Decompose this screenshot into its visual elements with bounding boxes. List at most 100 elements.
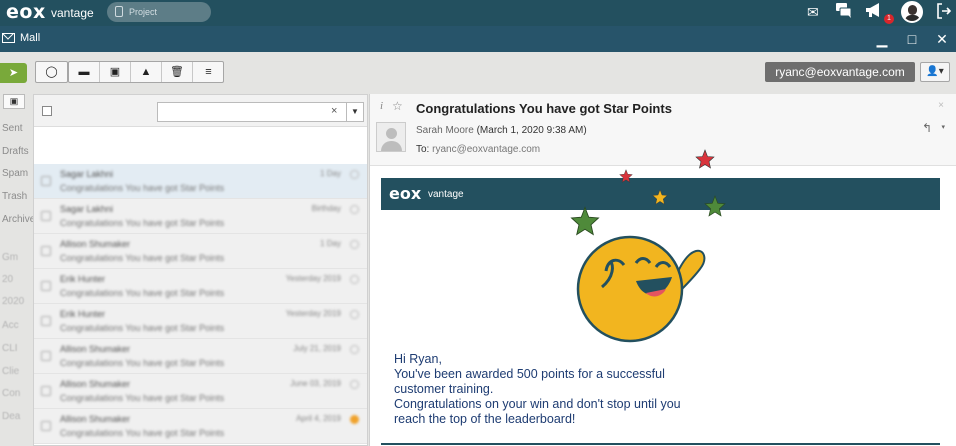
user-email-label: ryanc@eoxvantage.com [765, 62, 915, 82]
archive-icon[interactable]: ▣ [100, 62, 131, 82]
message-line: Congratulations on your win and don't st… [394, 397, 681, 411]
message-row[interactable]: Sagar Lakhni Congratulations You have go… [34, 164, 367, 199]
message-line: reach the top of the leaderboard! [394, 412, 576, 426]
message-row[interactable]: Allison Shumaker Congratulations You hav… [34, 339, 367, 374]
row-sender: Sagar Lakhni [60, 169, 114, 179]
app-top-bar: eox vantage Project Management ✉ 1 [0, 0, 956, 37]
row-flag-icon[interactable] [350, 240, 359, 249]
folder-item[interactable]: Con [2, 388, 20, 399]
mail-toolbar: ➤ ◯ ▬ ▣ ▲ 🗑 ≡ ryanc@eoxvantage.com 👤▾ [0, 52, 956, 92]
to-label: To: [416, 144, 430, 155]
folder-item[interactable]: Clie [2, 366, 19, 377]
row-checkbox[interactable] [41, 386, 51, 396]
folder-icon[interactable]: ▬ [69, 62, 100, 82]
clear-search-icon[interactable]: × [331, 105, 337, 117]
folder-item[interactable]: 20 [2, 274, 13, 285]
mascot-illustration [576, 235, 706, 343]
message-row[interactable]: Allison Shumaker Congratulations You hav… [34, 409, 367, 444]
sender-line: Sarah Moore (March 1, 2020 9:38 AM) [416, 125, 587, 136]
spam-icon[interactable]: ▲ [131, 62, 162, 82]
app-logo[interactable]: eox [6, 1, 46, 23]
message-row[interactable]: Allison Shumaker Congratulations You hav… [34, 374, 367, 409]
compose-button[interactable]: ➤ [0, 63, 27, 83]
folder-spam[interactable]: Spam [2, 168, 28, 179]
folder-item[interactable]: Acc [2, 320, 19, 331]
row-checkbox[interactable] [41, 246, 51, 256]
menu-icon[interactable]: ≡ [193, 62, 224, 82]
red-star-icon [619, 169, 633, 183]
message-line: Hi Ryan, [394, 352, 442, 366]
row-flag-icon[interactable] [350, 345, 359, 354]
pin-icon[interactable]: ▣ [3, 94, 25, 109]
select-all-checkbox[interactable] [42, 106, 52, 116]
sender-name[interactable]: Sarah Moore [416, 125, 474, 136]
message-row[interactable]: Erik Hunter Congratulations You have got… [34, 269, 367, 304]
row-flag-icon[interactable] [350, 380, 359, 389]
row-sender: Erik Hunter [60, 274, 106, 284]
row-subject: Congratulations You have got Star Points [60, 183, 225, 193]
megaphone-icon[interactable] [865, 3, 883, 23]
folder-sidebar: ▣ Sent Drafts Spam Trash Archive Gm 20 2… [0, 92, 33, 446]
logout-icon[interactable] [936, 3, 952, 23]
row-flag-icon[interactable] [350, 415, 359, 424]
row-date: June 03, 2019 [290, 379, 341, 388]
folder-item[interactable]: Dea [2, 411, 20, 422]
message-list-pane: × ▼ Sagar Lakhni Congratulations You hav… [33, 94, 368, 446]
row-flag-icon[interactable] [350, 205, 359, 214]
row-checkbox[interactable] [41, 316, 51, 326]
search-options-dropdown[interactable]: ▼ [346, 102, 363, 122]
list-spacer [34, 128, 367, 164]
row-date: 1 Day [320, 169, 341, 178]
yellow-star-icon [652, 189, 668, 205]
close-window-button[interactable]: ✕ [934, 30, 950, 48]
row-flag-icon[interactable] [350, 275, 359, 284]
app-logo-subtitle: vantage [51, 6, 94, 20]
folder-sent[interactable]: Sent [2, 123, 23, 134]
folder-item[interactable]: Gm [2, 252, 18, 263]
reply-options-dropdown[interactable]: ▾ [941, 123, 945, 131]
search-input[interactable] [158, 103, 328, 121]
folder-archive[interactable]: Archive [2, 214, 33, 225]
sender-avatar [376, 122, 406, 152]
reply-icon[interactable]: ↰ [922, 121, 932, 135]
message-row[interactable]: Sagar Lakhni Congratulations You have go… [34, 199, 367, 234]
envelope-icon[interactable]: ✉ [807, 3, 819, 21]
close-message-icon[interactable]: × [938, 100, 944, 111]
row-checkbox[interactable] [41, 281, 51, 291]
row-sender: Erik Hunter [60, 309, 106, 319]
row-date: July 21, 2019 [293, 344, 341, 353]
notification-badge: 1 [884, 14, 894, 24]
recipient-line: To: ryanc@eoxvantage.com [416, 144, 540, 155]
row-flag-icon[interactable] [350, 310, 359, 319]
row-date: April 4, 2019 [296, 414, 341, 423]
action-button-group: ▬ ▣ ▲ 🗑 ≡ [68, 61, 224, 83]
minimize-button[interactable]: ▁ [874, 30, 890, 48]
window-title: Mall [20, 32, 41, 44]
info-icon[interactable]: i [380, 100, 383, 112]
star-icon[interactable]: ☆ [392, 99, 403, 113]
row-checkbox[interactable] [41, 176, 51, 186]
trash-icon[interactable]: 🗑 [162, 62, 193, 82]
user-avatar[interactable] [901, 1, 923, 23]
folder-drafts[interactable]: Drafts [2, 146, 29, 157]
row-sender: Sagar Lakhni [60, 204, 114, 214]
maximize-button[interactable]: □ [904, 30, 920, 48]
project-management-pill[interactable]: Project Management [107, 2, 211, 37]
folder-item[interactable]: CLI [2, 343, 18, 354]
folder-trash[interactable]: Trash [2, 191, 27, 202]
message-row[interactable]: Allison Shumaker Congratulations You hav… [34, 234, 367, 269]
row-date: Yesterday 2019 [285, 274, 341, 283]
row-flag-icon[interactable] [350, 170, 359, 179]
folder-item[interactable]: 2020 [2, 296, 24, 307]
message-row[interactable]: Erik Hunter Congratulations You have got… [34, 304, 367, 339]
row-checkbox[interactable] [41, 211, 51, 221]
brand-logo: eox [389, 184, 422, 203]
row-checkbox[interactable] [41, 421, 51, 431]
refresh-icon[interactable]: ◯ [36, 62, 67, 82]
row-checkbox[interactable] [41, 351, 51, 361]
recipient-address: ryanc@eoxvantage.com [432, 144, 541, 155]
message-subject: Congratulations You have got Star Points [416, 101, 672, 116]
mail-icon [2, 33, 15, 43]
user-menu-button[interactable]: 👤▾ [920, 62, 950, 82]
chat-icon[interactable] [836, 3, 852, 22]
